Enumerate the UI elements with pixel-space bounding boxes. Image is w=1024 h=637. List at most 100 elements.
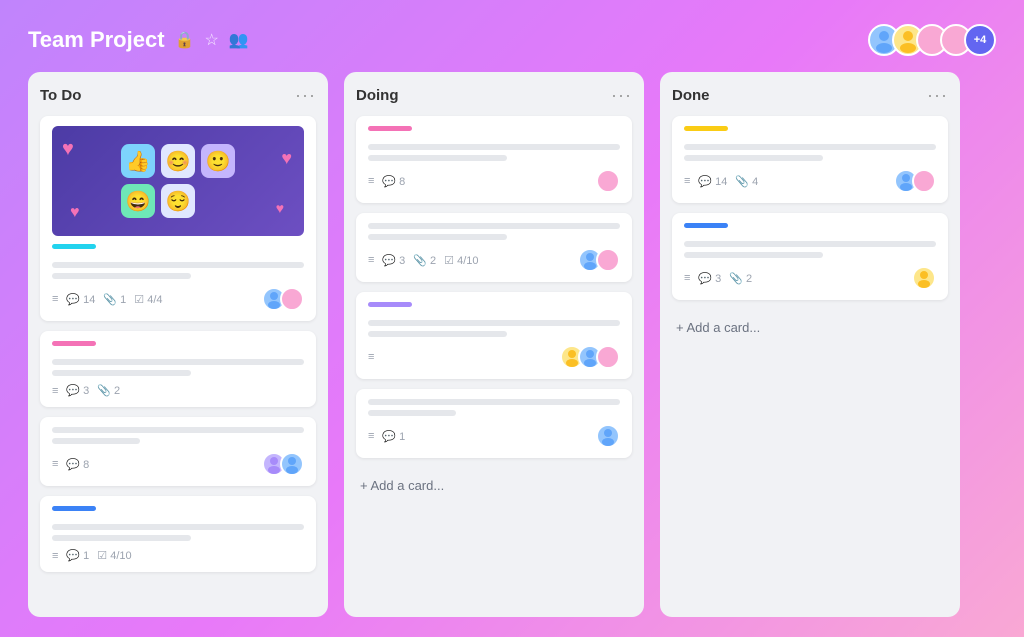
card-footer-doing-2: ≡ 💬 3 📎 2 ☑ 4/10 <box>368 248 620 272</box>
meta-comments: 💬 14 <box>66 293 95 306</box>
add-card-done[interactable]: + Add a card... <box>672 314 948 341</box>
meta-dn1-comments: 💬 14 <box>698 175 727 188</box>
card-meta-todo-2: ≡ 💬 3 📎 2 <box>52 384 120 397</box>
column-doing: Doing ··· ≡ 💬 8 <box>344 72 644 617</box>
lock-icon: 🔒 <box>175 30 195 50</box>
card-avatars-doing-3 <box>560 345 620 369</box>
doing-line-6 <box>368 331 507 337</box>
card-meta-done-2: ≡ 💬 3 📎 2 <box>684 272 752 285</box>
meta-attach2: 📎 2 <box>97 384 120 397</box>
card-footer-todo-3: ≡ 💬 8 <box>52 452 304 476</box>
star-icon[interactable]: ☆ <box>204 30 218 50</box>
meta-checklist: ☑ 4/4 <box>134 293 162 306</box>
doing-line-8 <box>368 410 456 416</box>
meta-dn2-comments: 💬 3 <box>698 272 721 285</box>
card-done-2[interactable]: ≡ 💬 3 📎 2 <box>672 213 948 300</box>
card-avatar-dn2-yellow <box>912 266 936 290</box>
card-meta-todo-3: ≡ 💬 8 <box>52 458 89 471</box>
card-tag-cyan <box>52 244 96 249</box>
meta-list2: ≡ <box>52 385 58 397</box>
card-todo-3[interactable]: ≡ 💬 8 <box>40 417 316 486</box>
avatar-count: +4 <box>964 24 996 56</box>
meta-d3-list: ≡ <box>368 351 374 363</box>
card-avatar-d3-pink <box>596 345 620 369</box>
card-done-1[interactable]: ≡ 💬 14 📎 4 <box>672 116 948 203</box>
done-tag-2 <box>684 223 728 228</box>
card-meta-doing-4: ≡ 💬 1 <box>368 430 405 443</box>
card-avatar-d1-pink <box>596 169 620 193</box>
avatar-group: +4 <box>868 24 996 56</box>
card-avatars-todo-1 <box>262 287 304 311</box>
card-meta-done-1: ≡ 💬 14 📎 4 <box>684 175 758 188</box>
members-icon: 👥 <box>229 30 249 50</box>
done-line-4 <box>684 252 823 258</box>
column-todo: To Do ··· ♥ ♥ ♥ ♥ 👍 😊 🙂 <box>28 72 328 617</box>
column-menu-todo[interactable]: ··· <box>295 86 316 104</box>
doing-line-7 <box>368 399 620 405</box>
doing-tag-3 <box>368 302 412 307</box>
card-meta-doing-1: ≡ 💬 8 <box>368 175 405 188</box>
meta-attachments: 📎 1 <box>103 293 126 306</box>
card-footer-done-1: ≡ 💬 14 📎 4 <box>684 169 936 193</box>
card-doing-3[interactable]: ≡ <box>356 292 632 379</box>
meta-dn1-attach: 📎 4 <box>735 175 758 188</box>
card-doing-4[interactable]: ≡ 💬 1 <box>356 389 632 458</box>
card-footer-todo-1: ≡ 💬 14 📎 1 ☑ 4/4 <box>52 287 304 311</box>
card-avatars-done-2 <box>912 266 936 290</box>
meta-d2-comments: 💬 3 <box>382 254 405 267</box>
card-avatars-doing-4 <box>596 424 620 448</box>
column-menu-done[interactable]: ··· <box>927 86 948 104</box>
meta-check4: ☑ 4/10 <box>97 549 131 562</box>
emoji-smile1: 😊 <box>161 144 195 178</box>
column-title-done: Done <box>672 87 710 104</box>
meta-d2-list: ≡ <box>368 254 374 266</box>
card-todo-1[interactable]: ♥ ♥ ♥ ♥ 👍 😊 🙂 😄 😌 <box>40 116 316 321</box>
card-meta-todo-1: ≡ 💬 14 📎 1 ☑ 4/4 <box>52 293 163 306</box>
doing-line-3 <box>368 223 620 229</box>
card-avatars-doing-2 <box>578 248 620 272</box>
board-title: Team Project <box>28 27 165 53</box>
doing-line-4 <box>368 234 507 240</box>
emoji-smile4: 😌 <box>161 184 195 218</box>
card-avatar-pink <box>280 287 304 311</box>
card-avatars-todo-3 <box>262 452 304 476</box>
card-avatar-d2-pink <box>596 248 620 272</box>
column-header-todo: To Do ··· <box>40 86 316 104</box>
card-tag-pink <box>52 341 96 346</box>
card-meta-todo-4: ≡ 💬 1 ☑ 4/10 <box>52 549 132 562</box>
card-avatars-done-1 <box>894 169 936 193</box>
meta-d4-list: ≡ <box>368 430 374 442</box>
card-footer-doing-4: ≡ 💬 1 <box>368 424 620 448</box>
add-card-doing[interactable]: + Add a card... <box>356 472 632 499</box>
card-footer-done-2: ≡ 💬 3 📎 2 <box>684 266 936 290</box>
card-avatar-d4-blue <box>596 424 620 448</box>
emoji-smile3: 😄 <box>121 184 155 218</box>
card-doing-2[interactable]: ≡ 💬 3 📎 2 ☑ 4/10 <box>356 213 632 282</box>
column-title-todo: To Do <box>40 87 81 104</box>
card-tag-blue <box>52 506 96 511</box>
card-todo-4[interactable]: ≡ 💬 1 ☑ 4/10 <box>40 496 316 572</box>
meta-comments4: 💬 1 <box>66 549 89 562</box>
card-avatars-doing-1 <box>596 169 620 193</box>
done-tag-1 <box>684 126 728 131</box>
card-footer-doing-3: ≡ <box>368 345 620 369</box>
column-menu-doing[interactable]: ··· <box>611 86 632 104</box>
card-avatar-blue2 <box>280 452 304 476</box>
card-todo-2[interactable]: ≡ 💬 3 📎 2 <box>40 331 316 407</box>
doing-line-1 <box>368 144 620 150</box>
meta-dn2-attach: 📎 2 <box>729 272 752 285</box>
card-doing-1[interactable]: ≡ 💬 8 <box>356 116 632 203</box>
column-header-doing: Doing ··· <box>356 86 632 104</box>
done-line-1 <box>684 144 936 150</box>
card-avatar-dn1-pink <box>912 169 936 193</box>
meta-d2-attach: 📎 2 <box>413 254 436 267</box>
board-header: Team Project 🔒 ☆ 👥 +4 <box>28 24 996 56</box>
doing-line-2 <box>368 155 507 161</box>
card-meta-doing-2: ≡ 💬 3 📎 2 ☑ 4/10 <box>368 254 479 267</box>
card-footer-doing-1: ≡ 💬 8 <box>368 169 620 193</box>
meta-dn2-list: ≡ <box>684 272 690 284</box>
app-wrapper: Team Project 🔒 ☆ 👥 +4 To Do <box>0 0 1024 637</box>
done-line-3 <box>684 241 936 247</box>
done-line-2 <box>684 155 823 161</box>
card-line-5 <box>52 427 304 433</box>
